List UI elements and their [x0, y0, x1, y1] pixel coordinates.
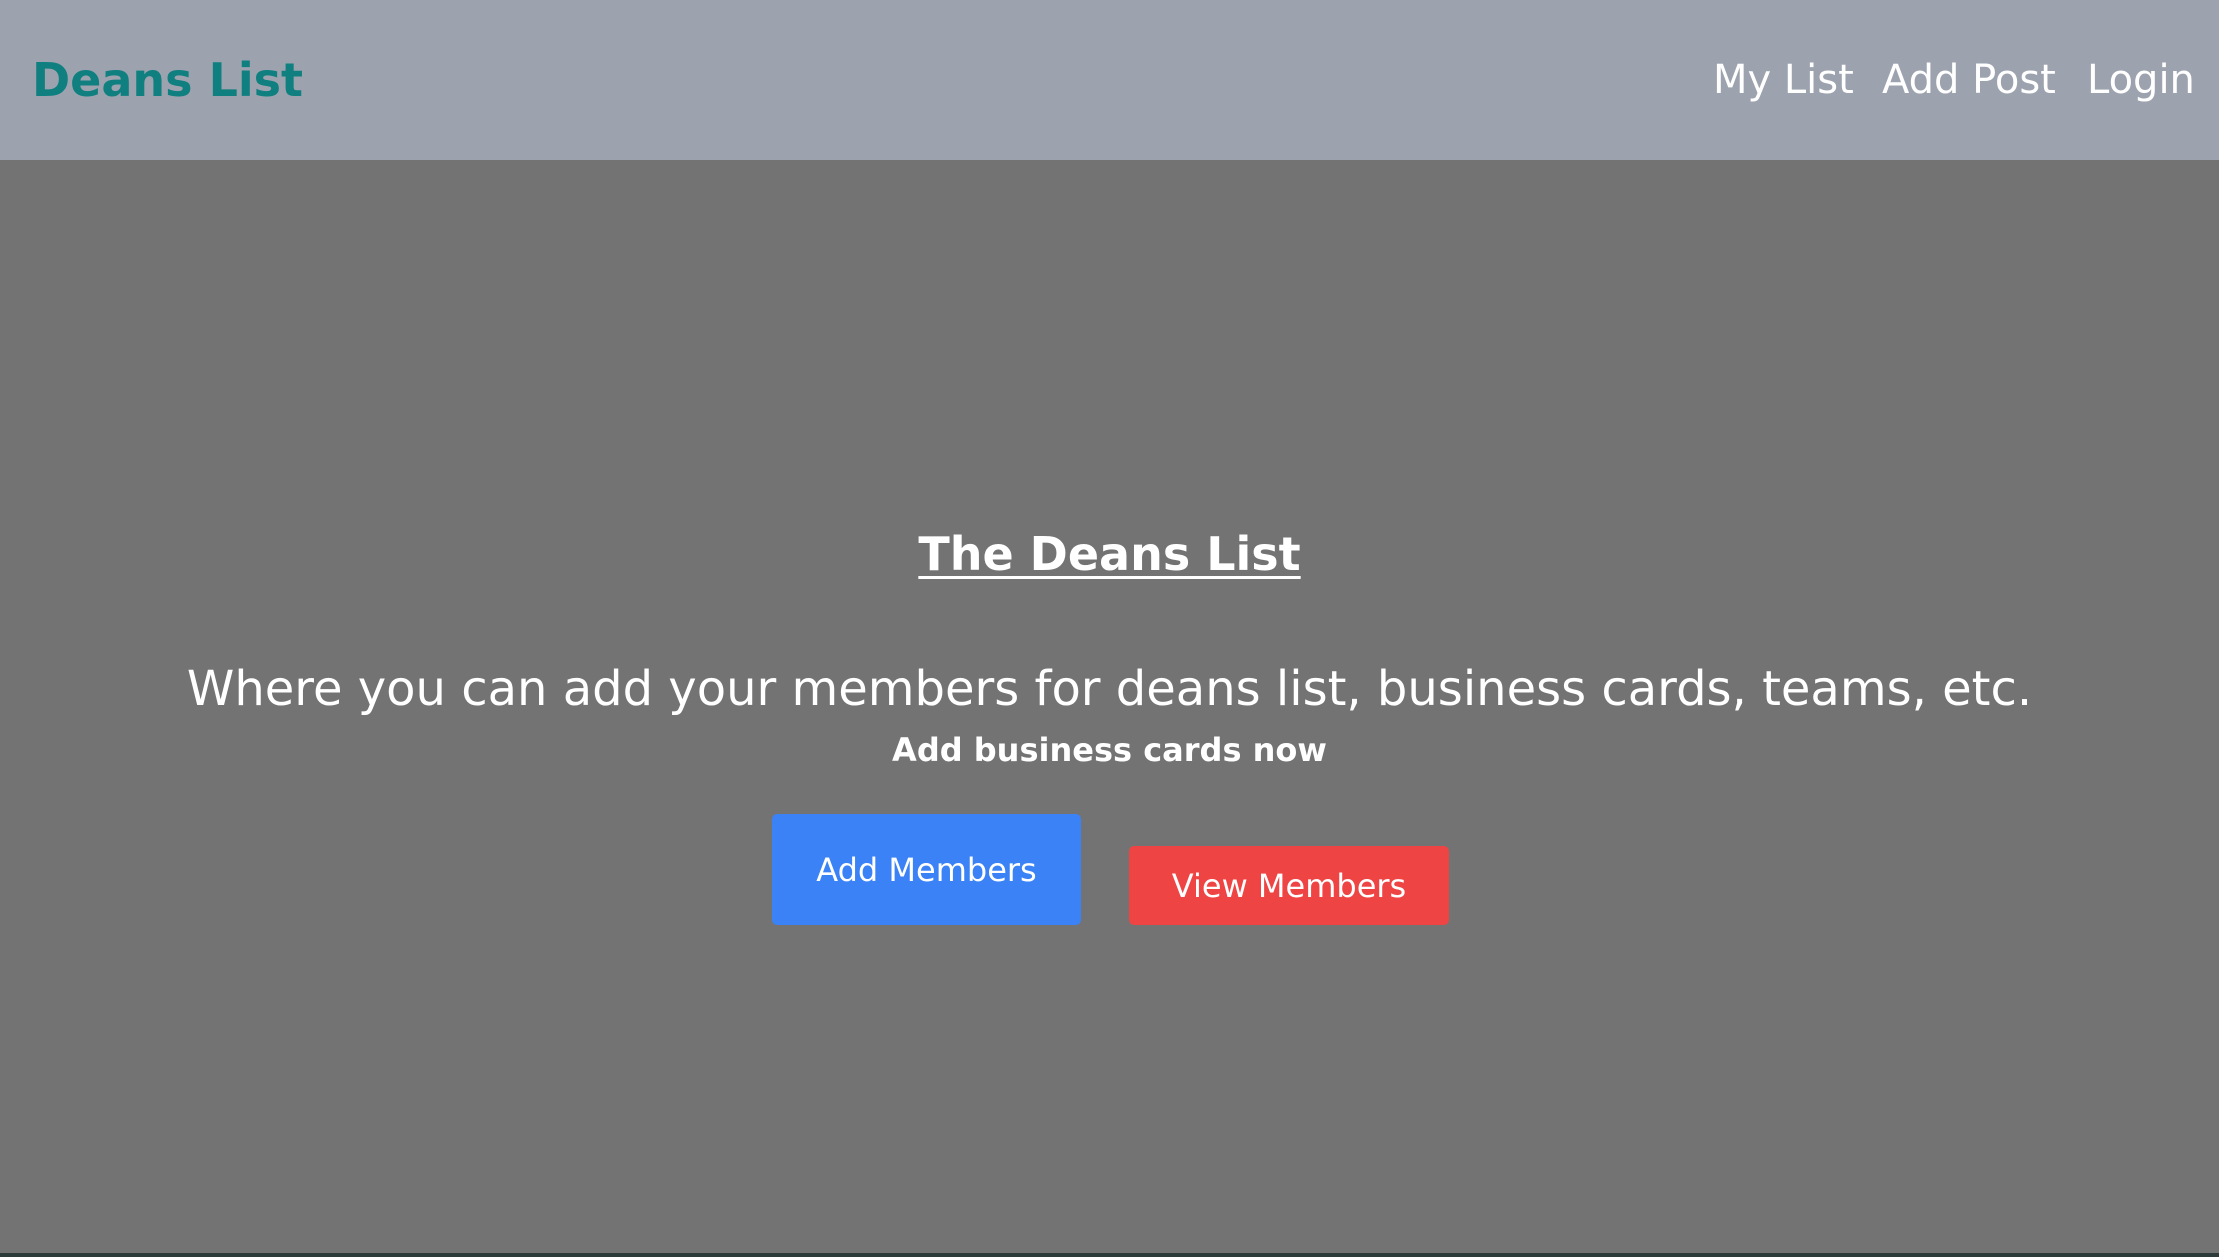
- nav-link-add-post[interactable]: Add Post: [1882, 52, 2056, 108]
- add-members-button[interactable]: Add Members: [772, 814, 1081, 925]
- hero-cta-text: Add business cards now: [892, 731, 1327, 769]
- page: Deans List My List Add Post Login The De…: [0, 0, 2219, 1257]
- navbar: Deans List My List Add Post Login: [0, 0, 2219, 160]
- nav-link-login[interactable]: Login: [2087, 52, 2195, 108]
- brand-logo-link[interactable]: Deans List: [32, 50, 303, 110]
- hero-subtitle: Where you can add your members for deans…: [186, 661, 2033, 717]
- hero-title: The Deans List: [918, 527, 1301, 581]
- bottom-divider: [0, 1253, 2219, 1257]
- nav-link-my-list[interactable]: My List: [1713, 52, 1854, 108]
- view-members-button[interactable]: View Members: [1129, 846, 1449, 925]
